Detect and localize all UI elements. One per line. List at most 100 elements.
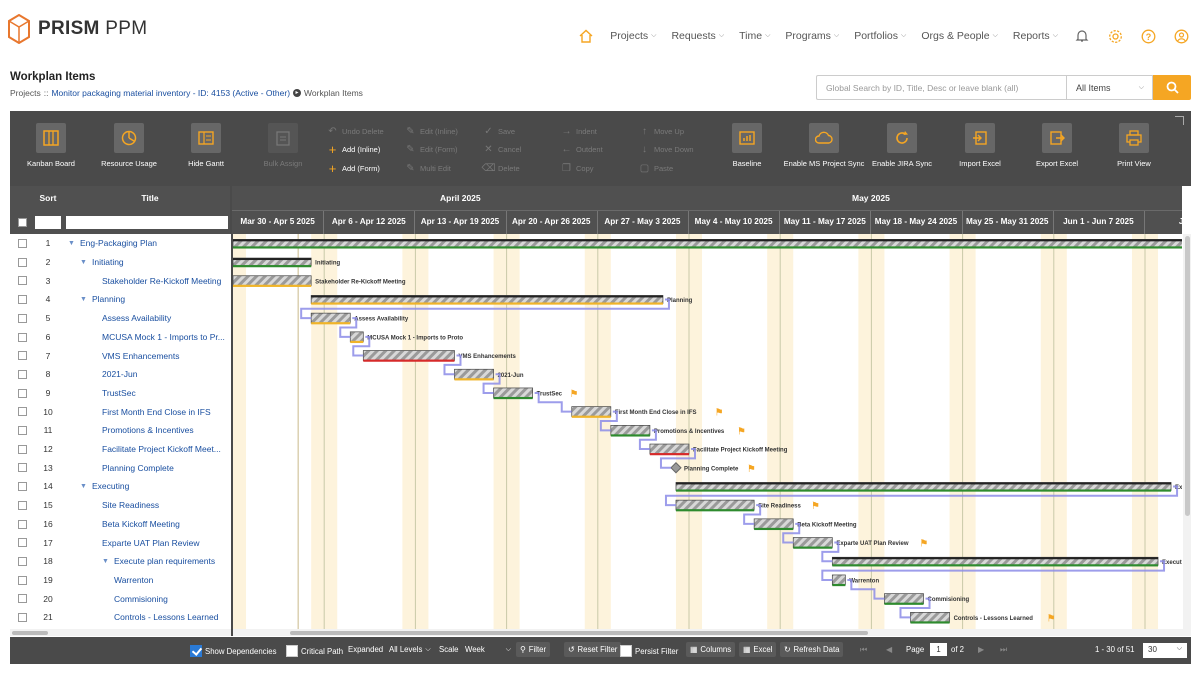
- row-title-link[interactable]: Stakeholder Re-Kickoff Meeting: [102, 276, 228, 286]
- table-row[interactable]: 9 TrustSec: [10, 384, 231, 403]
- row-checkbox[interactable]: [18, 426, 27, 435]
- row-title-link[interactable]: Initiating: [92, 257, 228, 267]
- multi-edit-button[interactable]: ✎ Multi Edit: [405, 163, 451, 174]
- table-row[interactable]: 2 ▼ Initiating: [10, 253, 231, 272]
- row-checkbox[interactable]: [18, 519, 27, 529]
- ms-project-sync-button[interactable]: Enable MS Project Sync: [780, 123, 868, 168]
- row-title-link[interactable]: Commisioning: [114, 594, 228, 604]
- row-title-link[interactable]: MCUSA Mock 1 - Imports to Pr...: [102, 332, 228, 342]
- cancel-button[interactable]: ✕ Cancel: [483, 144, 521, 155]
- table-row[interactable]: 3 Stakeholder Re-Kickoff Meeting: [10, 271, 231, 290]
- collapse-caret-icon[interactable]: ▼: [80, 483, 87, 490]
- global-search-input[interactable]: Global Search by ID, Title, Desc or leav…: [816, 75, 1066, 100]
- kanban-board-button[interactable]: Kanban Board: [7, 123, 95, 168]
- table-row[interactable]: 12 Facilitate Project Kickoff Meet...: [10, 440, 231, 459]
- table-row[interactable]: 19 Warrenton: [10, 571, 231, 590]
- row-checkbox[interactable]: [18, 444, 27, 454]
- row-title-link[interactable]: Warrenton: [114, 575, 228, 585]
- nav-projects[interactable]: Projects ⌵: [610, 30, 656, 42]
- row-title-link[interactable]: Assess Availability: [102, 313, 228, 323]
- bulk-assign-button[interactable]: Bulk Assign: [239, 123, 327, 168]
- table-row[interactable]: 1 ▼ Eng-Packaging Plan: [10, 234, 231, 253]
- next-page-button[interactable]: ▶: [978, 645, 984, 654]
- first-page-button[interactable]: ⏮: [860, 645, 867, 655]
- print-view-button[interactable]: Print View: [1090, 123, 1178, 168]
- breadcrumb-root[interactable]: Projects: [10, 88, 41, 98]
- row-title-link[interactable]: Facilitate Project Kickoff Meet...: [102, 444, 228, 454]
- table-row[interactable]: 14 ▼ Executing: [10, 477, 231, 496]
- row-title-link[interactable]: Execute plan requirements: [114, 556, 228, 566]
- save-button[interactable]: ✓ Save: [483, 126, 515, 137]
- show-dependencies-toggle[interactable]: Show Dependencies: [190, 645, 277, 657]
- row-title-link[interactable]: Planning Complete: [102, 463, 228, 473]
- jira-sync-button[interactable]: Enable JIRA Sync: [858, 123, 946, 168]
- column-header-title[interactable]: Title: [70, 193, 230, 203]
- table-row[interactable]: 4 ▼ Planning: [10, 290, 231, 309]
- excel-button[interactable]: ▦ Excel: [739, 642, 777, 657]
- app-logo[interactable]: PRISM PPM: [8, 14, 147, 44]
- row-checkbox[interactable]: [18, 407, 27, 417]
- copy-button[interactable]: ❐ Copy: [561, 163, 594, 174]
- row-checkbox[interactable]: [18, 575, 27, 585]
- table-row[interactable]: 13 Planning Complete: [10, 458, 231, 477]
- nav-requests[interactable]: Requests ⌵: [671, 30, 724, 42]
- table-row[interactable]: 20 Commisioning: [10, 589, 231, 608]
- row-checkbox[interactable]: [18, 538, 27, 548]
- row-checkbox[interactable]: [18, 556, 27, 566]
- help-icon[interactable]: ?: [1139, 27, 1157, 45]
- add-inline-button[interactable]: + Add (Inline): [327, 142, 381, 157]
- row-title-link[interactable]: Site Readiness: [102, 500, 228, 510]
- table-row[interactable]: 17 Exparte UAT Plan Review: [10, 533, 231, 552]
- hide-gantt-button[interactable]: Hide Gantt: [162, 123, 250, 168]
- last-page-button[interactable]: ⏭: [1000, 645, 1007, 655]
- search-scope-select[interactable]: All Items ⌵: [1066, 75, 1153, 100]
- table-row[interactable]: 15 Site Readiness: [10, 496, 231, 515]
- nav-portfolios[interactable]: Portfolios ⌵: [854, 30, 906, 42]
- collapse-caret-icon[interactable]: ▼: [68, 240, 75, 247]
- user-icon[interactable]: [1172, 27, 1190, 45]
- row-checkbox[interactable]: [18, 276, 27, 286]
- table-row[interactable]: 11 Promotions & Incentives: [10, 421, 231, 440]
- columns-button[interactable]: ▦ Columns: [686, 642, 736, 657]
- row-checkbox[interactable]: [18, 295, 27, 305]
- filter-button[interactable]: ⚲ Filter: [516, 642, 551, 657]
- row-title-link[interactable]: Beta Kickoff Meeting: [102, 519, 228, 529]
- row-checkbox[interactable]: [18, 313, 27, 323]
- row-title-link[interactable]: First Month End Close in IFS: [102, 407, 228, 417]
- row-checkbox[interactable]: [18, 332, 27, 342]
- table-row[interactable]: 18 ▼ Execute plan requirements: [10, 552, 231, 571]
- delete-button[interactable]: ⌫ Delete: [481, 163, 519, 174]
- row-checkbox[interactable]: [18, 463, 27, 473]
- critical-path-toggle[interactable]: Critical Path: [286, 645, 343, 657]
- nav-reports[interactable]: Reports ⌵: [1013, 30, 1058, 42]
- table-row[interactable]: 6 MCUSA Mock 1 - Imports to Pr...: [10, 328, 231, 347]
- row-checkbox[interactable]: [18, 500, 27, 510]
- scale-select[interactable]: Week ⌵: [465, 645, 511, 654]
- row-checkbox[interactable]: [18, 482, 27, 492]
- export-excel-button[interactable]: Export Excel: [1013, 123, 1101, 168]
- resource-usage-button[interactable]: Resource Usage: [85, 123, 173, 168]
- undo-delete-button[interactable]: ↶ Undo Delete: [327, 126, 383, 137]
- grid-scroll-thumb[interactable]: [12, 631, 48, 635]
- add-form-button[interactable]: + Add (Form): [327, 161, 380, 176]
- row-checkbox[interactable]: [18, 239, 27, 248]
- move-down-button[interactable]: ↓ Move Down: [639, 144, 694, 155]
- row-title-link[interactable]: TrustSec: [102, 388, 228, 398]
- row-title-link[interactable]: 2021-Jun: [102, 369, 228, 379]
- home-icon[interactable]: [577, 27, 595, 45]
- edit-inline-button[interactable]: ✎ Edit (Inline): [405, 126, 458, 137]
- table-row[interactable]: 7 VMS Enhancements: [10, 346, 231, 365]
- page-size-select[interactable]: 30 ⌵: [1143, 643, 1187, 658]
- row-title-link[interactable]: Eng-Packaging Plan: [80, 238, 228, 248]
- gantt-scroll-thumb[interactable]: [290, 631, 868, 635]
- paste-button[interactable]: ▢ Paste: [639, 163, 673, 174]
- collapse-caret-icon[interactable]: ▼: [80, 259, 87, 266]
- page-input[interactable]: 1: [930, 643, 947, 656]
- nav-programs[interactable]: Programs ⌵: [785, 30, 839, 42]
- table-row[interactable]: 21 Controls - Lessons Learned: [10, 608, 231, 627]
- row-title-link[interactable]: Controls - Lessons Learned: [114, 612, 228, 622]
- table-row[interactable]: 5 Assess Availability: [10, 309, 231, 328]
- search-button[interactable]: [1153, 75, 1191, 100]
- row-checkbox[interactable]: [18, 351, 27, 361]
- refresh-data-button[interactable]: ↻ Refresh Data: [780, 642, 844, 657]
